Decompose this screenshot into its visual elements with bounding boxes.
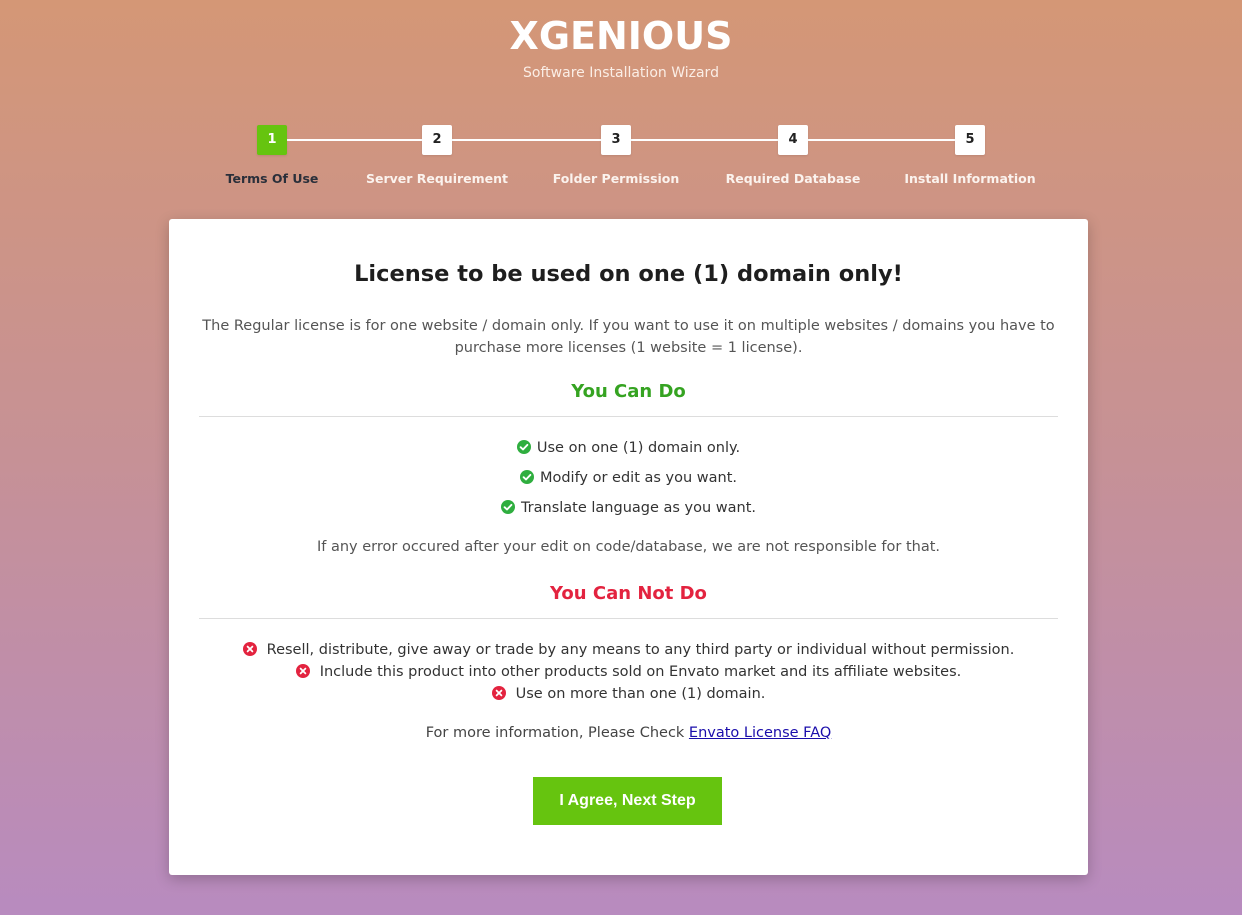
divider — [199, 416, 1058, 417]
check-circle-icon — [519, 470, 534, 484]
can-do-item: Translate language as you want. — [520, 500, 757, 516]
step-connector — [808, 139, 970, 141]
agree-next-step-button[interactable]: I Agree, Next Step — [533, 777, 722, 825]
step-1-badge[interactable]: 1 — [257, 125, 287, 155]
cannot-do-item: Use on more than one (1) domain. — [515, 686, 766, 702]
check-circle-icon — [516, 440, 531, 454]
envato-license-faq-link[interactable]: Envato License FAQ — [689, 725, 831, 741]
list-item: Modify or edit as you want. — [169, 467, 1088, 497]
more-info: For more information, Please Check Envat… — [169, 725, 1088, 741]
wizard-steps: 1 2 3 4 5 Terms Of Use Server Requiremen… — [0, 0, 1242, 200]
step-4-label: Required Database — [725, 171, 861, 186]
cannot-do-item: Include this product into other products… — [319, 664, 962, 680]
can-do-heading: You Can Do — [571, 381, 686, 402]
step-connector — [631, 139, 793, 141]
step-5-label: Install Information — [904, 171, 1036, 186]
times-circle-icon — [295, 664, 310, 678]
list-item: Translate language as you want. — [169, 497, 1088, 527]
step-connector — [287, 139, 437, 141]
check-circle-icon — [500, 500, 515, 514]
list-item: Resell, distribute, give away or trade b… — [169, 639, 1088, 661]
times-circle-icon — [242, 642, 257, 656]
step-2-badge[interactable]: 2 — [422, 125, 452, 155]
more-info-text: For more information, Please Check — [425, 725, 685, 741]
step-4-badge[interactable]: 4 — [778, 125, 808, 155]
license-card: License to be used on one (1) domain onl… — [169, 219, 1088, 875]
disclaimer-note: If any error occured after your edit on … — [316, 539, 941, 555]
divider — [199, 618, 1058, 619]
can-do-item: Use on one (1) domain only. — [536, 440, 741, 456]
step-1-label: Terms Of Use — [225, 171, 319, 186]
step-3-badge[interactable]: 3 — [601, 125, 631, 155]
times-circle-icon — [491, 686, 506, 700]
can-do-list: Use on one (1) domain only. Modify or ed… — [169, 437, 1088, 527]
can-do-item: Modify or edit as you want. — [539, 470, 738, 486]
license-title: License to be used on one (1) domain onl… — [354, 261, 903, 287]
list-item: Use on more than one (1) domain. — [169, 683, 1088, 705]
cannot-do-heading: You Can Not Do — [550, 583, 707, 604]
step-connector — [452, 139, 616, 141]
step-5-badge[interactable]: 5 — [955, 125, 985, 155]
cannot-do-item: Resell, distribute, give away or trade b… — [266, 642, 1015, 658]
list-item: Use on one (1) domain only. — [169, 437, 1088, 467]
step-2-label: Server Requirement — [365, 171, 509, 186]
list-item: Include this product into other products… — [169, 661, 1088, 683]
cannot-do-list: Resell, distribute, give away or trade b… — [169, 639, 1088, 705]
step-3-label: Folder Permission — [552, 171, 680, 186]
license-description: The Regular license is for one website /… — [202, 318, 1055, 356]
